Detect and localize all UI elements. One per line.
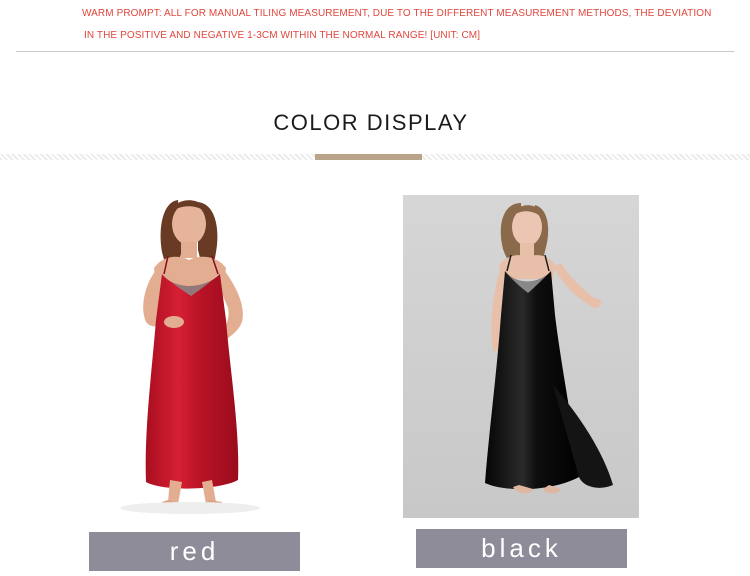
warm-prompt: WARM PROMPT: ALL FOR MANUAL TILING MEASU… — [0, 0, 750, 54]
product-photo-red — [70, 190, 308, 518]
product-photo-black — [403, 195, 639, 518]
color-label-red: red — [89, 532, 300, 571]
woman-red-nightgown-illustration — [70, 190, 308, 518]
prompt-divider — [16, 51, 734, 52]
warm-prompt-line-2: IN THE POSITIVE AND NEGATIVE 1-3CM WITHI… — [84, 30, 481, 41]
warm-prompt-line-1: WARM PROMPT: ALL FOR MANUAL TILING MEASU… — [82, 8, 712, 19]
woman-black-nightgown-illustration — [403, 195, 639, 518]
title-accent-bar — [315, 154, 422, 160]
color-label-black: black — [416, 529, 627, 568]
section-title: COLOR DISPLAY — [273, 110, 469, 135]
